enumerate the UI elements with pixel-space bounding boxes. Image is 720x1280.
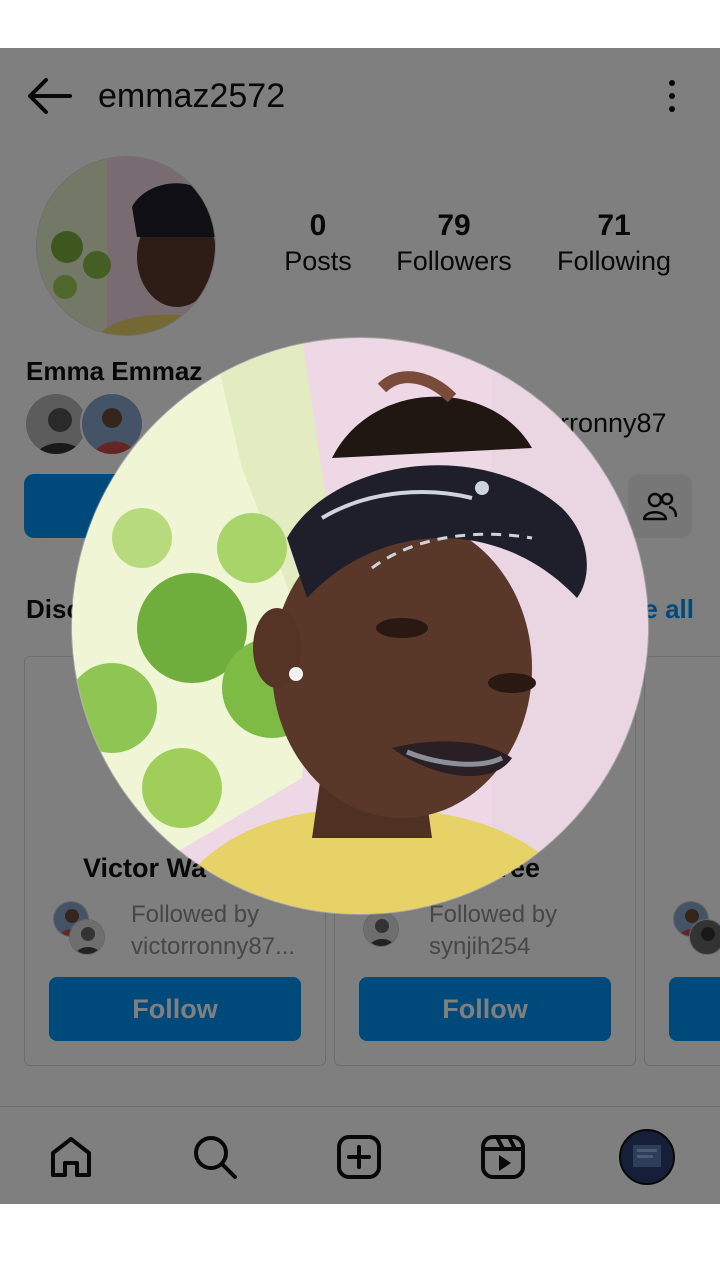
- profile-screen: emmaz2572 0 Posts 79 Followers 71 Follow…: [0, 48, 720, 1204]
- profile-photo-preview: [72, 338, 648, 914]
